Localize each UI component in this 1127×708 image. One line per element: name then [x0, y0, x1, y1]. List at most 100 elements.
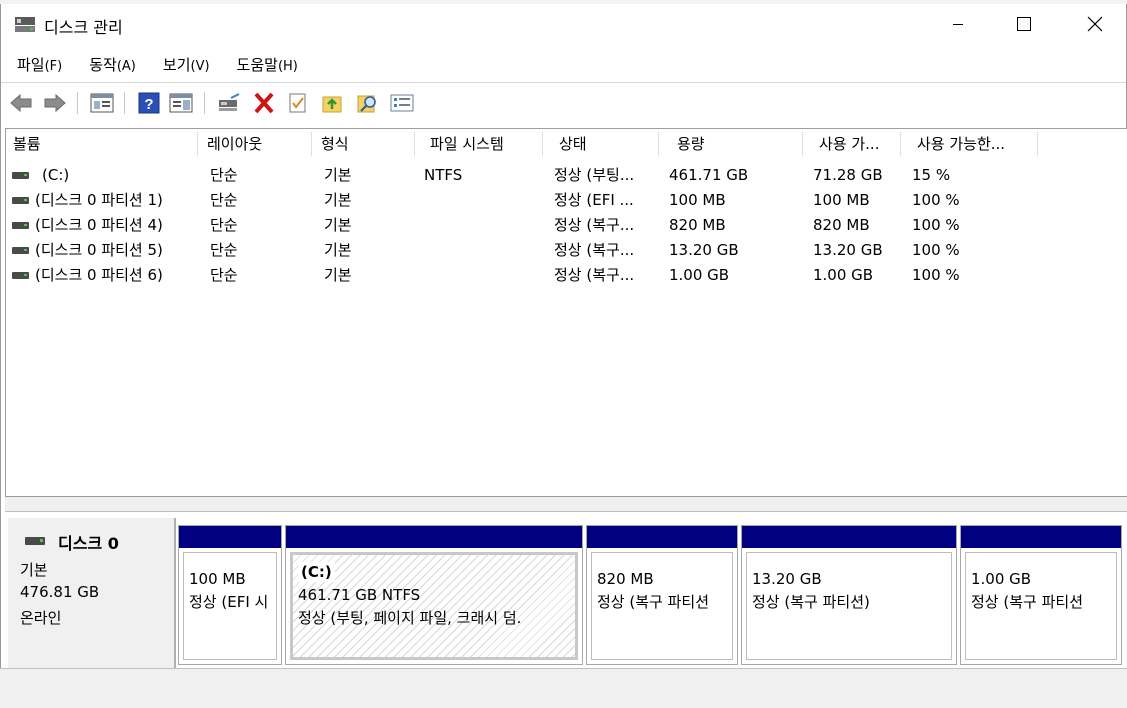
volume-free-space: 71.28 GB: [813, 166, 883, 184]
volume-capacity: 100 MB: [669, 191, 726, 209]
partition-body: 820 MB 정상 (복구 파티션: [591, 552, 733, 660]
drive-icon: [12, 222, 29, 229]
volume-name: (C:): [42, 166, 70, 184]
close-icon: [1087, 16, 1103, 32]
column-header-type[interactable]: 형식: [314, 132, 415, 156]
partition-body: 13.20 GB 정상 (복구 파티션): [746, 552, 952, 660]
menu-help[interactable]: 도움말(H): [221, 50, 309, 80]
volume-percent-free: 100 %: [912, 241, 960, 259]
show-hide-action-pane-icon[interactable]: [169, 92, 193, 114]
disk-state: 온라인: [20, 609, 62, 627]
volume-name: (디스크 0 파티션 1): [35, 191, 163, 209]
minimize-icon: [953, 24, 963, 25]
partition-block[interactable]: (C:) 461.71 GB NTFS 정상 (부팅, 페이지 파일, 크래시 …: [285, 525, 583, 665]
pane-splitter[interactable]: [5, 496, 1127, 512]
volume-name: (디스크 0 파티션 5): [35, 241, 163, 259]
volume-free-space: 820 MB: [813, 216, 870, 234]
title-bar[interactable]: 디스크 관리: [1, 4, 1126, 44]
menu-action[interactable]: 동작(A): [73, 50, 147, 80]
volume-type: 기본: [324, 216, 352, 234]
volume-row[interactable]: (디스크 0 파티션 6) 단순 기본 정상 (복구... 1.00 GB 1.…: [6, 263, 1127, 288]
volume-percent-free: 100 %: [912, 266, 960, 284]
volume-name: (디스크 0 파티션 6): [35, 266, 163, 284]
partition-header-bar: [286, 526, 582, 548]
help-icon[interactable]: ?: [137, 92, 161, 114]
partition-header-bar: [587, 526, 737, 548]
connect-drive-icon[interactable]: [217, 92, 241, 114]
partition-label: (C:): [298, 562, 335, 582]
volume-status: 정상 (EFI ...: [554, 191, 634, 209]
partition-status: 정상 (부팅, 페이지 파일, 크래시 덤.: [298, 609, 522, 627]
properties-icon[interactable]: [286, 92, 310, 114]
volume-layout: 단순: [210, 241, 238, 259]
volume-type: 기본: [324, 166, 352, 184]
drive-icon: [12, 172, 29, 179]
menu-view[interactable]: 보기(V): [147, 50, 221, 80]
svg-text:?: ?: [144, 96, 153, 113]
forward-icon[interactable]: [43, 92, 67, 114]
volume-layout: 단순: [210, 266, 238, 284]
partition-status: 정상 (EFI 시: [189, 593, 269, 611]
partition-block[interactable]: 100 MB 정상 (EFI 시: [178, 525, 282, 665]
volume-status: 정상 (복구...: [554, 266, 635, 284]
drive-icon: [12, 247, 29, 254]
column-header-percent-free[interactable]: 사용 가능한...: [903, 132, 1038, 156]
window-title: 디스크 관리: [44, 18, 123, 37]
column-header-status[interactable]: 상태: [545, 132, 659, 156]
volume-percent-free: 100 %: [912, 216, 960, 234]
menu-file[interactable]: 파일(F): [1, 50, 73, 80]
volume-name: (디스크 0 파티션 4): [35, 216, 163, 234]
back-icon[interactable]: [9, 92, 33, 114]
volume-layout: 단순: [210, 191, 238, 209]
volume-layout: 단순: [210, 216, 238, 234]
disk-management-window: 디스크 관리 파일(F) 동작(A) 보기(V) 도움말(H) ? 볼륨 레이아…: [0, 4, 1127, 708]
maximize-button[interactable]: [1001, 4, 1047, 44]
volume-free-space: 100 MB: [813, 191, 870, 209]
partition-size: 1.00 GB: [971, 570, 1032, 588]
partition-block[interactable]: 13.20 GB 정상 (복구 파티션): [741, 525, 957, 665]
partition-body-selected: (C:) 461.71 GB NTFS 정상 (부팅, 페이지 파일, 크래시 …: [290, 552, 578, 660]
column-header-layout[interactable]: 레이아웃: [200, 132, 312, 156]
volume-free-space: 13.20 GB: [813, 241, 883, 259]
column-header-volume[interactable]: 볼륨: [6, 132, 198, 156]
volume-row[interactable]: (디스크 0 파티션 1) 단순 기본 정상 (EFI ... 100 MB 1…: [6, 188, 1127, 213]
partition-status: 정상 (복구 파티션: [597, 593, 709, 611]
export-icon[interactable]: [321, 92, 345, 114]
drive-icon: [12, 197, 29, 204]
partition-size: 13.20 GB: [752, 570, 822, 588]
partition-body: 100 MB 정상 (EFI 시: [183, 552, 277, 660]
volume-list: 볼륨 레이아웃 형식 파일 시스템 상태 용량 사용 가... 사용 가능한..…: [5, 128, 1127, 496]
status-bar: [0, 668, 1127, 708]
volume-filesystem: NTFS: [424, 166, 463, 184]
disk-management-app-icon: [15, 17, 35, 32]
disk-kind: 기본: [20, 561, 48, 579]
disk-info-panel[interactable]: 디스크 0 기본 476.81 GB 온라인: [8, 518, 176, 672]
partition-status: 정상 (복구 파티션): [752, 593, 870, 611]
volume-layout: 단순: [210, 166, 238, 184]
partition-block[interactable]: 820 MB 정상 (복구 파티션: [586, 525, 738, 665]
volume-percent-free: 15 %: [912, 166, 951, 184]
column-header-free-space[interactable]: 사용 가...: [805, 132, 901, 156]
show-hide-console-tree-icon[interactable]: [90, 92, 114, 114]
volume-status: 정상 (부팅...: [554, 166, 635, 184]
partition-block[interactable]: 1.00 GB 정상 (복구 파티션: [960, 525, 1122, 665]
volume-row[interactable]: (디스크 0 파티션 5) 단순 기본 정상 (복구... 13.20 GB 1…: [6, 238, 1127, 263]
find-icon[interactable]: [356, 92, 380, 114]
column-header-filesystem[interactable]: 파일 시스템: [417, 132, 543, 156]
volume-free-space: 1.00 GB: [813, 266, 874, 284]
volume-capacity: 13.20 GB: [669, 241, 739, 259]
partition-status: 정상 (복구 파티션: [971, 593, 1083, 611]
minimize-button[interactable]: [935, 4, 981, 44]
checklist-icon[interactable]: [390, 92, 414, 114]
volume-type: 기본: [324, 266, 352, 284]
partition-header-bar: [179, 526, 281, 548]
partition-size: 820 MB: [597, 570, 654, 588]
volume-row[interactable]: (디스크 0 파티션 4) 단순 기본 정상 (복구... 820 MB 820…: [6, 213, 1127, 238]
volume-status: 정상 (복구...: [554, 216, 635, 234]
column-header-capacity[interactable]: 용량: [661, 132, 803, 156]
close-button[interactable]: [1072, 4, 1118, 44]
disk-size: 476.81 GB: [20, 583, 100, 601]
volume-row[interactable]: (C:) 단순 기본 NTFS 정상 (부팅... 461.71 GB 71.2…: [6, 163, 1127, 188]
partition-size: 461.71 GB NTFS: [298, 586, 421, 604]
delete-icon[interactable]: [252, 92, 276, 114]
